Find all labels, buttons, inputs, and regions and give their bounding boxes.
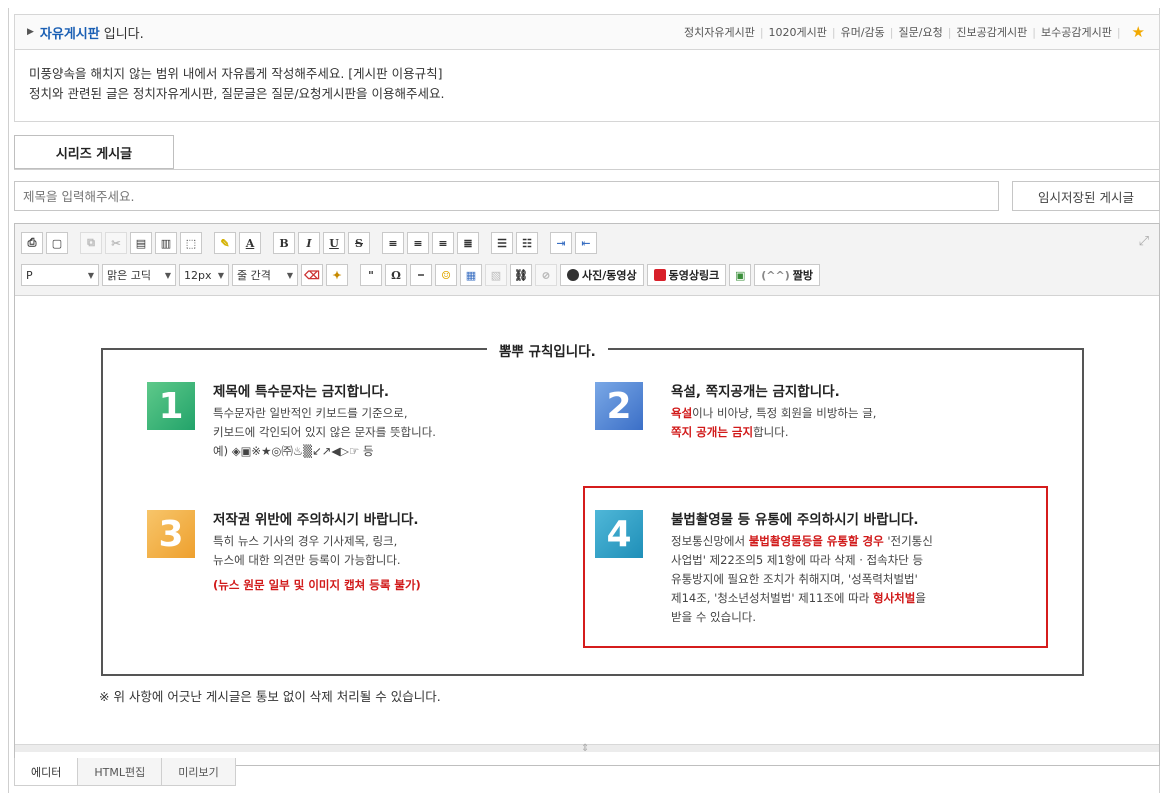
select-all-icon[interactable]: ⬚ bbox=[180, 232, 202, 254]
rule-3-body: 특히 뉴스 기사의 경우 기사제목, 링크, 뉴스에 대한 의견만 등록이 가능… bbox=[213, 534, 421, 592]
rule-4-heading: 불법촬영물 등 유통에 주의하시기 바랍니다. bbox=[671, 512, 919, 528]
resize-handle[interactable]: ⇕ bbox=[15, 743, 1159, 754]
chevron-down-icon: ▼ bbox=[217, 270, 224, 280]
align-justify-icon[interactable]: ≣ bbox=[457, 232, 479, 254]
arrow-right-icon: ▶ bbox=[27, 27, 34, 37]
editor-toolbar: ⎙ ▢ ⧉ ✂ ▤ ▥ ⬚ ✎ A B I U S ≡ ≡ ≡ ≣ ☰ ☷ ⇥ bbox=[15, 224, 1159, 296]
underline-icon[interactable]: U bbox=[323, 232, 345, 254]
bold-icon[interactable]: B bbox=[273, 232, 295, 254]
align-center-icon[interactable]: ≡ bbox=[407, 232, 429, 254]
board-link-conservative[interactable]: 보수공감게시판 bbox=[1041, 24, 1112, 40]
editor-mode-tabs: 에디터 HTML편집 미리보기 bbox=[14, 758, 236, 786]
quote-icon[interactable]: " bbox=[360, 264, 382, 286]
number-two-icon: 2 bbox=[595, 382, 643, 430]
outdent-icon[interactable]: ⇤ bbox=[575, 232, 597, 254]
highlight-icon[interactable]: ✎ bbox=[214, 232, 236, 254]
video-link-button[interactable]: 동영상링크 bbox=[646, 264, 727, 286]
image-icon[interactable]: ▣ bbox=[729, 264, 752, 286]
toolbar-row-2: P ▼ 맑은 고딕 ▼ 12px ▼ 줄 간격 ▼ ⌫ ✦ " Ω ⎯ ☺ ▦ ▧ ⛓ … bbox=[21, 264, 820, 286]
board-link-progressive[interactable]: 진보공감게시판 bbox=[956, 24, 1027, 40]
star-icon[interactable]: ★ bbox=[1132, 23, 1145, 41]
chevron-down-icon: ▼ bbox=[286, 270, 293, 280]
unordered-list-icon[interactable]: ☷ bbox=[516, 232, 538, 254]
table-icon[interactable]: ▦ bbox=[460, 264, 482, 286]
resize-grip-icon[interactable]: ⇕ bbox=[581, 743, 589, 754]
editor: ⎙ ▢ ⧉ ✂ ▤ ▥ ⬚ ✎ A B I U S ≡ ≡ ≡ ≣ ☰ ☷ ⇥ bbox=[14, 223, 1160, 766]
table-edit-icon[interactable]: ▧ bbox=[485, 264, 507, 286]
print-icon[interactable]: ⎙ bbox=[21, 232, 43, 254]
line-spacing-select[interactable]: 줄 간격 ▼ bbox=[232, 264, 298, 286]
title-input[interactable] bbox=[14, 181, 999, 211]
tab-editor[interactable]: 에디터 bbox=[14, 758, 79, 786]
rule-2-body: 욕설이나 비아냥, 특정 회원을 비방하는 글, 쪽지 공개는 금지합니다. bbox=[671, 406, 877, 439]
align-left-icon[interactable]: ≡ bbox=[382, 232, 404, 254]
paragraph-select[interactable]: P ▼ bbox=[21, 264, 99, 286]
paste-icon[interactable]: ▤ bbox=[130, 232, 152, 254]
footer-note: ※ 위 사항에 어긋난 게시글은 통보 없이 삭제 처리될 수 있습니다. bbox=[99, 689, 441, 704]
board-notice: 미풍양속을 해치지 않는 범위 내에서 자유롭게 작성해주세요. [게시판 이용… bbox=[14, 50, 1160, 122]
rule-1-heading: 제목에 특수문자는 금지합니다. bbox=[213, 384, 389, 400]
board-link-humor[interactable]: 유머/감동 bbox=[841, 24, 885, 40]
notice-line-1: 미풍양속을 해치지 않는 범위 내에서 자유롭게 작성해주세요. [게시판 이용… bbox=[29, 66, 443, 81]
italic-icon[interactable]: I bbox=[298, 232, 320, 254]
chevron-down-icon: ▼ bbox=[164, 270, 171, 280]
align-right-icon[interactable]: ≡ bbox=[432, 232, 454, 254]
special-char-icon[interactable]: Ω bbox=[385, 264, 407, 286]
notice-line-2: 정치와 관련된 글은 정치자유게시판, 질문글은 질문/요청게시판을 이용해주세… bbox=[29, 86, 445, 101]
number-one-icon: 1 bbox=[147, 382, 195, 430]
link-icon[interactable]: ⛓ bbox=[510, 264, 532, 286]
chevron-down-icon: ▼ bbox=[87, 270, 94, 280]
number-three-icon: 3 bbox=[147, 510, 195, 558]
rule-3-heading: 저작권 위반에 주의하시기 바랍니다. bbox=[213, 512, 419, 528]
temp-saved-button[interactable]: 임시저장된 게시글 bbox=[1012, 181, 1160, 211]
new-doc-icon[interactable]: ▢ bbox=[46, 232, 68, 254]
ordered-list-icon[interactable]: ☰ bbox=[491, 232, 513, 254]
photo-video-button[interactable]: 사진/동영상 bbox=[560, 264, 644, 286]
tab-html[interactable]: HTML편집 bbox=[77, 758, 163, 786]
paste-text-icon[interactable]: ▥ bbox=[155, 232, 177, 254]
rule-2-heading: 욕설, 쪽지공개는 금지합니다. bbox=[671, 384, 840, 400]
font-color-icon[interactable]: A bbox=[239, 232, 261, 254]
board-link-politics[interactable]: 정치자유게시판 bbox=[684, 24, 755, 40]
number-four-icon: 4 bbox=[595, 510, 643, 558]
font-select[interactable]: 맑은 고딕 ▼ bbox=[102, 264, 176, 286]
emoji-icon[interactable]: ☺ bbox=[435, 264, 457, 286]
board-link-question[interactable]: 질문/요청 bbox=[899, 24, 943, 40]
rule-1-body: 특수문자란 일반적인 키보드를 기준으로, 키보드에 각인되어 있지 않은 문자… bbox=[213, 406, 436, 458]
board-suffix: 입니다. bbox=[103, 26, 144, 42]
emoticon-button[interactable]: (^^) 짤방 bbox=[754, 264, 820, 286]
series-tab[interactable]: 시리즈 게시글 bbox=[14, 135, 174, 169]
rule-4-body: 정보통신망에서 불법촬영물등을 유통할 경우 '전기통신 사업법' 제22조의5… bbox=[671, 534, 933, 624]
board-name[interactable]: 자유게시판 bbox=[40, 23, 100, 42]
board-link-1020[interactable]: 1020게시판 bbox=[769, 24, 827, 40]
cut-icon[interactable]: ✂ bbox=[105, 232, 127, 254]
format-brush-icon[interactable]: ✦ bbox=[326, 264, 348, 286]
toolbar-row-1: ⎙ ▢ ⧉ ✂ ▤ ▥ ⬚ ✎ A B I U S ≡ ≡ ≡ ≣ ☰ ☷ ⇥ bbox=[21, 232, 597, 254]
size-select[interactable]: 12px ▼ bbox=[179, 264, 229, 286]
expand-icon[interactable]: ⤢ bbox=[1139, 234, 1149, 249]
copy-icon[interactable]: ⧉ bbox=[80, 232, 102, 254]
unlink-icon[interactable]: ⊘ bbox=[535, 264, 557, 286]
strikethrough-icon[interactable]: S bbox=[348, 232, 370, 254]
tab-preview[interactable]: 미리보기 bbox=[161, 758, 236, 786]
indent-icon[interactable]: ⇥ bbox=[550, 232, 572, 254]
erase-format-icon[interactable]: ⌫ bbox=[301, 264, 323, 286]
rules-box: 뽐뿌 규칙입니다. 1 제목에 특수문자는 금지합니다. 특수문자란 일반적인 … bbox=[101, 340, 1084, 676]
board-header: ▶ 자유게시판 입니다. 정치자유게시판 | 1020게시판 | 유머/감동 | 질문… bbox=[14, 14, 1160, 50]
horizontal-rule-icon[interactable]: ⎯ bbox=[410, 264, 432, 286]
divider bbox=[14, 169, 1160, 170]
board-links: 정치자유게시판 | 1020게시판 | 유머/감동 | 질문/요청 | 진보공감게시판 |… bbox=[683, 23, 1145, 41]
rules-title: 뽐뿌 규칙입니다. bbox=[487, 340, 608, 360]
